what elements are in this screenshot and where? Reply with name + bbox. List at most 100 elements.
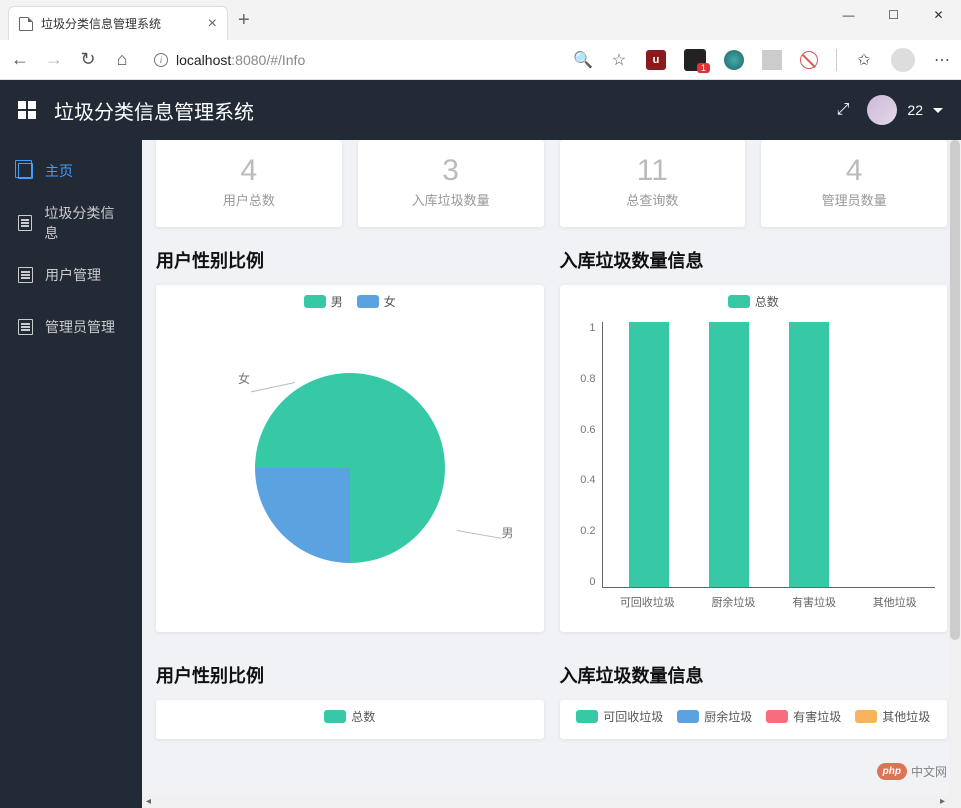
y-tick: 1 <box>576 322 596 334</box>
y-axis: 10.80.60.40.20 <box>572 318 602 618</box>
document-icon <box>18 319 33 335</box>
avatar <box>867 95 897 125</box>
sidebar-item-label: 管理员管理 <box>45 317 115 337</box>
more-icon[interactable]: ⋯ <box>933 51 951 69</box>
favorites-menu-icon[interactable]: ✩ <box>855 51 873 69</box>
x-tick: 可回收垃圾 <box>620 594 675 610</box>
stat-value: 4 <box>156 154 342 188</box>
sidebar-item-waste-info[interactable]: 垃圾分类信息 <box>0 197 142 249</box>
chart-waste-bar: 入库垃圾数量信息 总数 10.80.60.40.20 可回收垃圾厨余垃圾有害垃圾… <box>560 241 948 632</box>
extension-blocker-icon[interactable] <box>800 51 818 69</box>
new-tab-button[interactable]: + <box>228 9 260 32</box>
search-icon[interactable]: 🔍 <box>574 51 592 69</box>
swatch-icon <box>728 295 750 308</box>
menu-toggle-icon[interactable] <box>18 101 36 119</box>
site-info-icon[interactable]: i <box>154 53 168 67</box>
watermark-text: 中文网 <box>911 763 947 780</box>
window-controls: — ☐ ✕ <box>826 0 961 30</box>
swatch-icon <box>766 710 788 723</box>
leader-line <box>456 530 500 539</box>
stat-card-queries: 11 总查询数 <box>560 140 746 227</box>
chart-gender-bar: 用户性别比例 总数 <box>156 656 544 739</box>
x-axis: 可回收垃圾 厨余垃圾 有害垃圾 其他垃圾 <box>602 594 936 610</box>
extension-icon[interactable] <box>762 50 782 70</box>
scrollbar-vertical[interactable] <box>949 140 961 808</box>
stat-card-admins: 4 管理员数量 <box>761 140 947 227</box>
profile-icon[interactable] <box>891 48 915 72</box>
legend-item[interactable]: 男 <box>304 293 343 310</box>
sidebar-item-users[interactable]: 用户管理 <box>0 249 142 301</box>
chart-waste-mixed: 入库垃圾数量信息 可回收垃圾 厨余垃圾 有害垃圾 其他垃圾 <box>560 656 948 739</box>
document-icon <box>18 215 32 231</box>
stat-label: 用户总数 <box>156 190 342 209</box>
chart-title: 入库垃圾数量信息 <box>560 241 948 285</box>
url-input[interactable]: i localhost:8080/#/Info <box>146 48 560 72</box>
legend-item[interactable]: 总数 <box>324 708 375 725</box>
legend-item[interactable]: 厨余垃圾 <box>677 708 752 725</box>
chevron-down-icon <box>933 108 943 113</box>
sidebar-item-admins[interactable]: 管理员管理 <box>0 301 142 353</box>
legend-item[interactable]: 可回收垃圾 <box>576 708 663 725</box>
user-menu[interactable]: 22 <box>867 95 943 125</box>
home-button[interactable]: ⌂ <box>112 49 132 70</box>
legend: 总数 <box>572 293 936 310</box>
stat-value: 11 <box>560 154 746 188</box>
page-icon <box>19 17 33 31</box>
document-icon <box>18 267 33 283</box>
legend: 男 女 <box>168 293 532 310</box>
app-header: 垃圾分类信息管理系统 ⤢ 22 <box>0 80 961 140</box>
stat-card-users: 4 用户总数 <box>156 140 342 227</box>
legend: 可回收垃圾 厨余垃圾 有害垃圾 其他垃圾 <box>572 708 936 725</box>
bars <box>603 322 936 587</box>
refresh-button[interactable]: ↻ <box>78 49 98 70</box>
browser-tab-bar: 垃圾分类信息管理系统 × + — ☐ ✕ <box>0 0 961 40</box>
stat-card-waste: 3 入库垃圾数量 <box>358 140 544 227</box>
legend-item[interactable]: 女 <box>357 293 396 310</box>
main-content: 4 用户总数 3 入库垃圾数量 11 总查询数 4 管理员数量 <box>142 140 961 808</box>
fullscreen-icon[interactable]: ⤢ <box>837 101 850 119</box>
x-tick: 其他垃圾 <box>873 594 917 610</box>
sidebar: 主页 垃圾分类信息 用户管理 管理员管理 <box>0 140 142 808</box>
watermark-logo: php <box>877 763 907 780</box>
pie-slice-label: 女 <box>238 370 250 387</box>
back-button[interactable]: ← <box>10 49 30 70</box>
y-tick: 0.8 <box>576 373 596 385</box>
home-icon <box>18 163 33 179</box>
swatch-icon <box>304 295 326 308</box>
x-tick: 有害垃圾 <box>792 594 836 610</box>
tab-title: 垃圾分类信息管理系统 <box>41 15 200 32</box>
app-title: 垃圾分类信息管理系统 <box>54 96 819 125</box>
extension-icon[interactable] <box>724 50 744 70</box>
browser-tab[interactable]: 垃圾分类信息管理系统 × <box>8 6 228 40</box>
user-name: 22 <box>907 102 923 118</box>
y-tick: 0 <box>576 576 596 588</box>
sidebar-item-label: 用户管理 <box>45 265 101 285</box>
chart-title: 用户性别比例 <box>156 656 544 700</box>
legend-item[interactable]: 其他垃圾 <box>855 708 930 725</box>
stat-value: 3 <box>358 154 544 188</box>
scrollbar-horizontal[interactable]: ◂ ▸ <box>142 796 949 808</box>
sidebar-item-home[interactable]: 主页 <box>0 145 142 197</box>
extension-ublock-icon[interactable]: u <box>646 50 666 70</box>
legend-item[interactable]: 总数 <box>728 293 779 310</box>
close-icon[interactable]: × <box>208 15 217 33</box>
x-tick: 厨余垃圾 <box>711 594 755 610</box>
close-window-button[interactable]: ✕ <box>916 0 961 30</box>
divider <box>836 49 837 71</box>
swatch-icon <box>576 710 598 723</box>
forward-button[interactable]: → <box>44 49 64 70</box>
favorite-icon[interactable]: ☆ <box>610 51 628 69</box>
y-tick: 0.4 <box>576 474 596 486</box>
minimize-button[interactable]: — <box>826 0 871 30</box>
legend-item[interactable]: 有害垃圾 <box>766 708 841 725</box>
maximize-button[interactable]: ☐ <box>871 0 916 30</box>
watermark: php 中文网 <box>877 763 947 780</box>
bar <box>709 322 749 587</box>
swatch-icon <box>324 710 346 723</box>
extension-badge-icon[interactable] <box>684 49 706 71</box>
stat-label: 总查询数 <box>560 190 746 209</box>
swatch-icon <box>677 710 699 723</box>
chart-gender-pie: 用户性别比例 男 女 男 女 <box>156 241 544 632</box>
pie-slice-label: 男 <box>501 524 513 541</box>
stat-value: 4 <box>761 154 947 188</box>
